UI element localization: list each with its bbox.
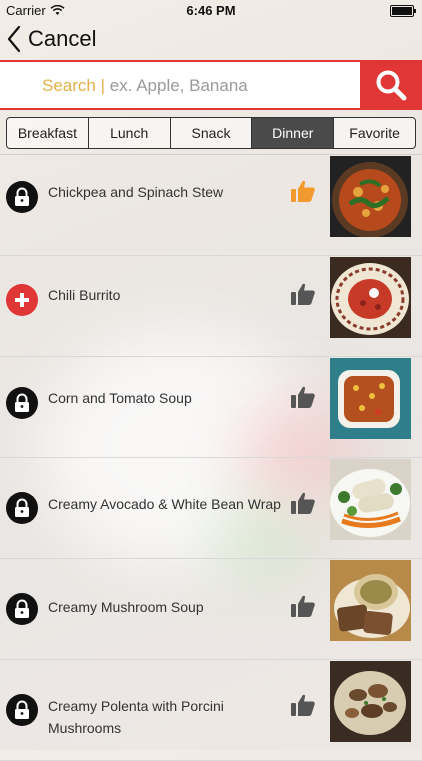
battery-icon — [390, 5, 416, 17]
like-button[interactable] — [288, 592, 318, 620]
cancel-label: Cancel — [28, 26, 97, 51]
thumbs-up-icon — [291, 283, 315, 305]
tab-snack[interactable]: Snack — [171, 118, 253, 148]
plus-icon[interactable] — [6, 284, 38, 316]
status-bar: Carrier 6:46 PM — [0, 0, 422, 20]
thumbs-up-icon — [291, 180, 315, 202]
recipe-row[interactable]: Corn and Tomato Soup — [0, 357, 422, 458]
search-placeholder: ex. Apple, Banana — [105, 76, 248, 95]
search-prefix: Search | — [42, 76, 106, 95]
recipe-row[interactable]: Creamy Avocado & White Bean Wrap — [0, 458, 422, 559]
search-icon — [376, 70, 407, 101]
thumbs-up-icon — [291, 694, 315, 716]
cancel-button[interactable]: Cancel — [6, 20, 96, 58]
search-bar: Search | ex. Apple, Banana — [0, 60, 422, 110]
meal-tabs: Breakfast Lunch Snack Dinner Favorite — [6, 117, 416, 149]
tab-favorite[interactable]: Favorite — [334, 118, 415, 148]
tab-lunch[interactable]: Lunch — [89, 118, 171, 148]
recipe-row[interactable]: Chili Burrito — [0, 256, 422, 357]
recipe-row[interactable]: Creamy Polenta with Porcini Mushrooms — [0, 660, 422, 761]
tab-breakfast[interactable]: Breakfast — [7, 118, 89, 148]
like-button[interactable] — [288, 691, 318, 719]
thumbs-up-icon — [291, 386, 315, 408]
food-photo — [330, 459, 411, 540]
food-photo — [330, 661, 411, 742]
thumbs-up-icon — [291, 595, 315, 617]
recipe-title: Creamy Avocado & White Bean Wrap — [48, 496, 281, 512]
food-photo — [330, 358, 411, 439]
nav-bar: Cancel — [0, 20, 422, 58]
recipe-title: Chili Burrito — [48, 287, 121, 303]
like-button[interactable] — [288, 177, 318, 205]
recipe-row[interactable]: Chickpea and Spinach Stew — [0, 155, 422, 256]
recipe-title: Corn and Tomato Soup — [48, 390, 192, 406]
food-photo — [330, 257, 411, 338]
search-button[interactable] — [360, 60, 422, 110]
recipe-title: Creamy Polenta with Porcini Mushrooms — [48, 698, 224, 736]
like-button[interactable] — [288, 489, 318, 517]
like-button[interactable] — [288, 383, 318, 411]
status-time: 6:46 PM — [186, 3, 236, 18]
recipe-row[interactable]: Creamy Mushroom Soup — [0, 559, 422, 660]
lock-icon — [6, 181, 38, 213]
recipe-title: Creamy Mushroom Soup — [48, 599, 204, 615]
like-button[interactable] — [288, 280, 318, 308]
lock-icon — [6, 492, 38, 524]
back-chevron-icon — [7, 25, 21, 53]
lock-icon — [6, 694, 38, 726]
food-photo — [330, 560, 411, 641]
search-input[interactable]: Search | ex. Apple, Banana — [42, 76, 248, 96]
food-photo — [330, 156, 411, 237]
recipe-title: Chickpea and Spinach Stew — [48, 184, 224, 200]
lock-icon — [6, 387, 38, 419]
tab-dinner[interactable]: Dinner — [252, 118, 335, 148]
lock-icon — [6, 593, 38, 625]
thumbs-up-icon — [291, 492, 315, 514]
recipe-list: Chickpea and Spinach Stew Chili Burrito … — [0, 155, 422, 761]
